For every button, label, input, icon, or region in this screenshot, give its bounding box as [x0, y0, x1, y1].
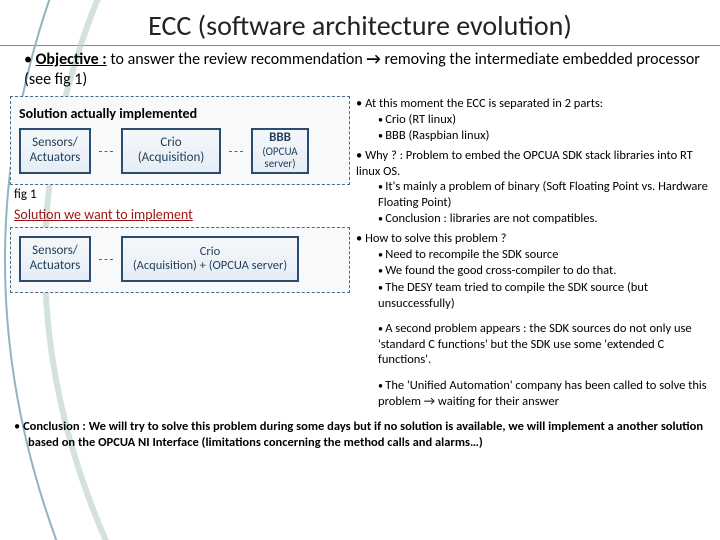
- bullet-l2: A second problem appears : the SDK sourc…: [378, 321, 712, 368]
- box-bbb: BBB (OPCUA server): [251, 128, 309, 174]
- box-text: Sensors/: [25, 136, 85, 151]
- objective-text-1: to answer the review recommendation: [110, 50, 362, 69]
- box-sensors-actuators-2: Sensors/ Actuators: [19, 236, 91, 282]
- panel1-title: Solution actually implemented: [19, 105, 341, 122]
- objective-label: Objective :: [36, 50, 107, 69]
- solution2-title: Solution we want to implement: [14, 206, 350, 223]
- box-text: server): [257, 158, 303, 171]
- bullet-l1c: How to solve this problem ?: [365, 231, 506, 246]
- objective-block: Objective : to answer the review recomme…: [24, 50, 706, 90]
- bullet-l2: It's mainly a problem of binary (Soft Fl…: [378, 179, 712, 210]
- panel-current-solution: Solution actually implemented Sensors/ A…: [10, 96, 350, 185]
- page-title: ECC (software architecture evolution): [0, 0, 720, 45]
- conclusion-text: Conclusion : We will try to solve this p…: [28, 419, 706, 450]
- bullet-l2: Crio (RT linux): [378, 112, 712, 128]
- box-crio: Crio (Acquisition): [121, 128, 221, 174]
- right-notes: At this moment the ECC is separated in 2…: [356, 96, 712, 413]
- box-sensors-actuators: Sensors/ Actuators: [19, 128, 91, 174]
- box-text: BBB: [257, 131, 303, 146]
- bullet-l2: The DESY team tried to compile the SDK s…: [378, 280, 712, 311]
- box-text: (Acquisition) + (OPCUA server): [127, 259, 293, 273]
- title-divider: [0, 45, 720, 46]
- bullet-l2: The 'Unified Automation' company has bee…: [378, 378, 712, 409]
- bullet-l2: BBB (Raspbian linux): [378, 128, 712, 144]
- bullet-l2: Conclusion : libraries are not compatibl…: [378, 211, 712, 227]
- arrow-icon: →: [366, 50, 380, 69]
- box-text: Crio: [127, 245, 293, 259]
- box-text: Actuators: [25, 259, 85, 274]
- bullet-l2: We found the good cross-compiler to do t…: [378, 263, 712, 279]
- connector-dash: [99, 259, 113, 260]
- box-crio-opcua: Crio (Acquisition) + (OPCUA server): [121, 236, 299, 282]
- box-text: Crio: [127, 136, 215, 151]
- box-text: Sensors/: [25, 244, 85, 259]
- bullet-l1a: At this moment the ECC is separated in 2…: [365, 96, 603, 111]
- box-text: (Acquisition): [127, 151, 215, 166]
- bullet-l2: Need to recompile the SDK source: [378, 247, 712, 263]
- fig1-label: fig 1: [14, 187, 350, 202]
- box-text: Actuators: [25, 151, 85, 166]
- bullet-l1b: Why ? : Problem to embed the OPCUA SDK s…: [356, 148, 693, 179]
- connector-dash: [99, 151, 113, 152]
- connector-dash: [229, 151, 243, 152]
- panel-target-solution: Sensors/ Actuators Crio (Acquisition) + …: [10, 227, 350, 293]
